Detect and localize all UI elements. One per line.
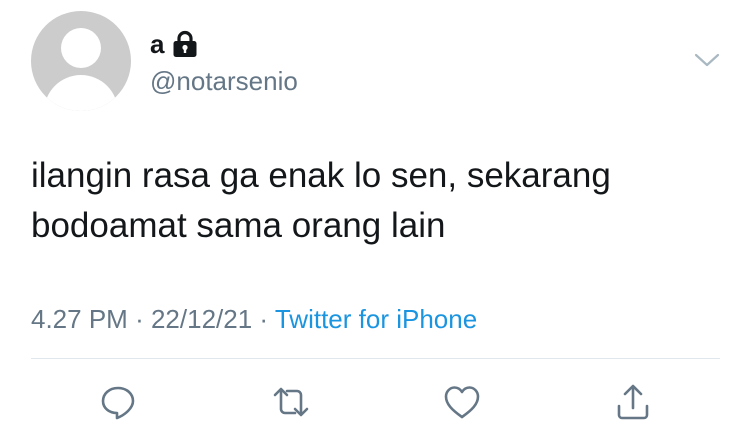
avatar[interactable]	[31, 11, 131, 111]
tweet-text-line: bodoamat sama orang lain	[31, 206, 446, 245]
chevron-down-icon[interactable]	[694, 50, 720, 70]
tweet-date[interactable]: 22/12/21	[151, 304, 252, 334]
reply-icon	[101, 386, 135, 420]
avatar-body-shape	[44, 75, 118, 111]
tweet-text: ilangin rasa ga enak lo sen, sekarang bo…	[31, 151, 721, 251]
divider	[31, 358, 720, 359]
meta-separator: ·	[135, 304, 144, 334]
lock-icon	[173, 30, 197, 57]
display-name[interactable]: a	[150, 29, 164, 59]
tweet-time[interactable]: 4.27 PM	[31, 304, 128, 334]
meta-separator: ·	[259, 304, 269, 334]
reply-button[interactable]	[94, 378, 142, 426]
author-name-row: a	[150, 29, 198, 59]
avatar-head-shape	[61, 28, 101, 68]
like-button[interactable]	[438, 378, 486, 426]
retweet-icon	[273, 387, 309, 417]
retweet-button[interactable]	[267, 378, 315, 426]
tweet-text-line: ilangin rasa ga enak lo sen, sekarang	[31, 156, 611, 195]
share-button[interactable]	[609, 378, 657, 426]
tweet-source-link[interactable]: Twitter for iPhone	[275, 304, 477, 334]
tweet-meta: 4.27 PM · 22/12/21 · Twitter for iPhone	[31, 302, 477, 336]
heart-icon	[444, 386, 480, 419]
tweet-actions	[0, 378, 750, 428]
share-icon	[617, 384, 649, 420]
user-handle[interactable]: @notarsenio	[150, 66, 298, 96]
